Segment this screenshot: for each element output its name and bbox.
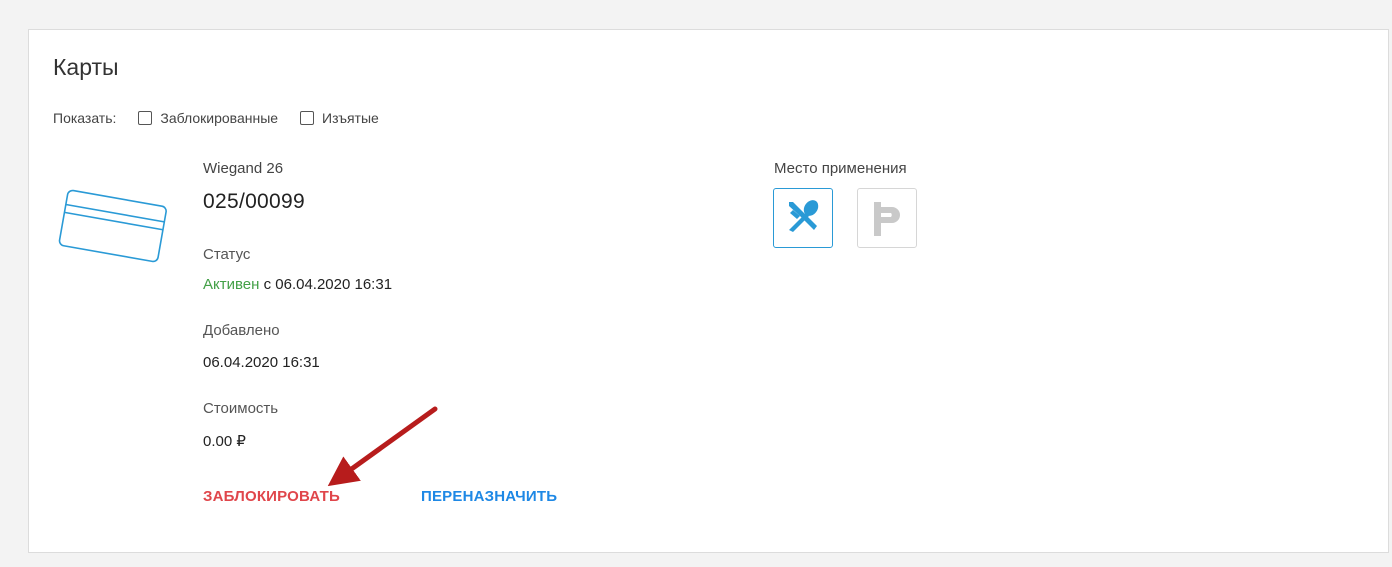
block-button[interactable]: ЗАБЛОКИРОВАТЬ bbox=[203, 488, 340, 505]
filters-label: Показать: bbox=[53, 110, 117, 126]
blocked-checkbox[interactable] bbox=[138, 111, 153, 125]
card-type: Wiegand 26 bbox=[203, 160, 284, 177]
credit-card-icon bbox=[58, 189, 167, 263]
parking-icon bbox=[874, 202, 900, 236]
cost-label: Стоимость bbox=[203, 400, 279, 417]
status-value-row: Активен с 06.04.2020 16:31 bbox=[203, 276, 392, 293]
cards-panel: Карты Показать: Заблокированные Изъятые … bbox=[28, 29, 1389, 553]
added-value: 06.04.2020 16:31 bbox=[203, 354, 320, 371]
panel-title: Карты bbox=[53, 54, 119, 80]
withdrawn-checkbox-label: Изъятые bbox=[322, 110, 379, 126]
place-label: Место применения bbox=[774, 160, 907, 177]
card-number: 025/00099 bbox=[203, 190, 305, 213]
reassign-button[interactable]: ПЕРЕНАЗНАЧИТЬ bbox=[421, 488, 557, 505]
place-icons bbox=[773, 188, 941, 248]
fork-spoon-icon bbox=[789, 200, 819, 232]
status-badge: Активен bbox=[203, 276, 260, 293]
added-label: Добавлено bbox=[203, 322, 280, 339]
filter-blocked[interactable]: Заблокированные bbox=[138, 110, 278, 126]
withdrawn-checkbox[interactable] bbox=[300, 111, 315, 125]
place-canteen-button[interactable] bbox=[773, 188, 833, 248]
status-since: с 06.04.2020 16:31 bbox=[263, 276, 393, 293]
filters-row: Показать: Заблокированные Изъятые bbox=[53, 110, 401, 126]
cost-value: 0.00 ₽ bbox=[203, 433, 246, 450]
filter-withdrawn[interactable]: Изъятые bbox=[300, 110, 379, 126]
status-label: Статус bbox=[203, 246, 251, 263]
blocked-checkbox-label: Заблокированные bbox=[160, 110, 279, 126]
place-parking-button[interactable] bbox=[857, 188, 917, 248]
